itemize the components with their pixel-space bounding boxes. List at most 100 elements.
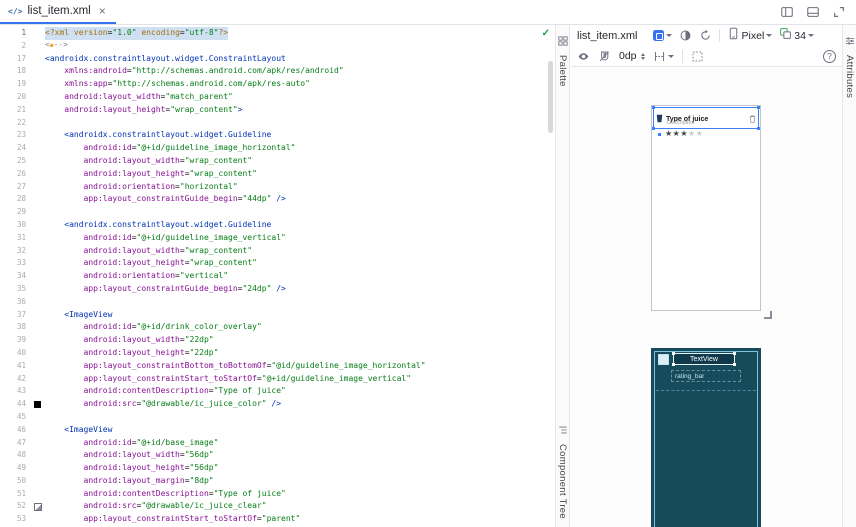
code-line[interactable]: 31 android:id="@+id/guideline_image_vert… xyxy=(0,232,545,245)
code-text[interactable]: app:layout_constraintGuide_begin="24dp" … xyxy=(45,283,286,296)
code-line[interactable]: 32 android:layout_width="wrap_content" xyxy=(0,245,545,258)
help-button[interactable]: ? xyxy=(823,50,836,63)
line-number[interactable]: 47 xyxy=(0,437,30,450)
code-line[interactable]: 52 android:src="@drawable/ic_juice_clear… xyxy=(0,500,545,513)
line-number[interactable]: 31 xyxy=(0,232,30,245)
code-text[interactable]: <ImageView xyxy=(45,309,112,322)
line-number[interactable]: 29 xyxy=(0,206,30,219)
constraint-anchor-dot[interactable] xyxy=(658,133,661,136)
selection-handle[interactable] xyxy=(733,363,736,366)
code-line[interactable]: 23 <androidx.constraintlayout.widget.Gui… xyxy=(0,129,545,142)
code-text[interactable]: android:id="@+id/guideline_image_horizon… xyxy=(45,142,295,155)
line-number[interactable]: 40 xyxy=(0,347,30,360)
code-text[interactable]: android:layout_width="56dp" xyxy=(45,449,214,462)
code-text[interactable]: android:src="@drawable/ic_juice_color" /… xyxy=(45,398,281,411)
code-line[interactable]: 29 xyxy=(0,206,545,219)
code-line[interactable]: 34 android:orientation="vertical" xyxy=(0,270,545,283)
xml-code-editor[interactable]: 1<?xml version="1.0" encoding="utf-8"?>2… xyxy=(0,25,556,527)
code-line[interactable]: 17 <androidx.constraintlayout.widget.Cons… xyxy=(0,53,545,66)
code-text[interactable]: <androidx.constraintlayout.widget.Constr… xyxy=(45,53,286,66)
line-number[interactable]: 49 xyxy=(0,462,30,475)
line-number[interactable]: 39 xyxy=(0,334,30,347)
code-line[interactable]: 47 android:id="@+id/base_image" xyxy=(0,437,545,450)
preview-subtitle[interactable]: Description xyxy=(667,120,695,126)
device-selector[interactable]: Pixel xyxy=(727,27,773,45)
code-text[interactable]: android:layout_height="wrap_content" xyxy=(45,168,257,181)
constraint-defaults-button[interactable] xyxy=(653,50,674,63)
line-number[interactable]: 23 xyxy=(0,129,30,142)
code-line[interactable]: 48 android:layout_width="56dp" xyxy=(0,449,545,462)
line-number[interactable]: 18 xyxy=(0,65,30,78)
line-number[interactable]: 2 xyxy=(0,40,30,53)
code-line[interactable]: 27 android:orientation="horizontal" xyxy=(0,181,545,194)
tab-close-icon[interactable]: × xyxy=(99,4,106,18)
code-text[interactable]: android:layout_margin="8dp" xyxy=(45,475,214,488)
code-line[interactable]: 41 app:layout_constraintBottom_toBottomO… xyxy=(0,360,545,373)
palette-tool-button[interactable]: Palette xyxy=(556,33,569,87)
code-text[interactable]: app:layout_constraintStart_toStartOf="@+… xyxy=(45,373,411,386)
code-line[interactable]: 44 android:src="@drawable/ic_juice_color… xyxy=(0,398,545,411)
code-line[interactable]: 18 xmlns:android="http://schemas.android… xyxy=(0,65,545,78)
blueprint-textview[interactable]: TextView xyxy=(673,353,735,365)
code-text[interactable]: android:layout_width="wrap_content" xyxy=(45,155,252,168)
code-line[interactable]: 25 android:layout_width="wrap_content" xyxy=(0,155,545,168)
code-text[interactable]: <ImageView xyxy=(45,424,112,437)
code-line[interactable]: 43 android:contentDescription="Type of j… xyxy=(0,385,545,398)
code-line[interactable]: 39 android:layout_width="22dp" xyxy=(0,334,545,347)
blueprint-preview[interactable]: TextView rating_bar xyxy=(651,348,761,527)
code-text[interactable]: android:orientation="horizontal" xyxy=(45,181,238,194)
code-text[interactable]: <androidx.constraintlayout.widget.Guidel… xyxy=(45,129,271,142)
code-text[interactable]: android:src="@drawable/ic_juice_clear" xyxy=(45,500,267,513)
line-number[interactable]: 17 xyxy=(0,53,30,66)
code-text[interactable]: android:contentDescription="Type of juic… xyxy=(45,488,286,501)
code-line[interactable]: 19 xmlns:app="http://schemas.android.com… xyxy=(0,78,545,91)
code-text[interactable]: android:id="@+id/drink_color_overlay" xyxy=(45,321,262,334)
selection-handle[interactable] xyxy=(757,127,760,130)
code-line[interactable]: 46 <ImageView xyxy=(0,424,545,437)
guidelines-button[interactable] xyxy=(691,50,704,63)
blueprint-image-placeholder[interactable] xyxy=(658,354,669,365)
code-line[interactable]: 22 xyxy=(0,117,545,130)
code-line[interactable]: 38 android:id="@+id/drink_color_overlay" xyxy=(0,321,545,334)
line-number[interactable]: 32 xyxy=(0,245,30,258)
rating-bar[interactable]: ★★★★★ xyxy=(665,129,703,138)
line-number[interactable]: 45 xyxy=(0,411,30,424)
line-number[interactable]: 38 xyxy=(0,321,30,334)
preview-resize-handle[interactable] xyxy=(764,311,772,319)
line-number[interactable]: 37 xyxy=(0,309,30,322)
autoconnect-magnet-button[interactable] xyxy=(598,50,611,63)
line-number[interactable]: 50 xyxy=(0,475,30,488)
code-text[interactable]: app:layout_constraintGuide_begin="44dp" … xyxy=(45,193,286,206)
code-area[interactable]: 1<?xml version="1.0" encoding="utf-8"?>2… xyxy=(0,27,545,526)
code-text[interactable]: android:layout_height="56dp" xyxy=(45,462,218,475)
line-number[interactable]: 33 xyxy=(0,257,30,270)
code-text[interactable]: xmlns:app="http://schemas.android.com/ap… xyxy=(45,78,310,91)
line-number[interactable]: 25 xyxy=(0,155,30,168)
selection-handle[interactable] xyxy=(733,352,736,355)
code-text[interactable]: android:contentDescription="Type of juic… xyxy=(45,385,286,398)
code-line[interactable]: 28 app:layout_constraintGuide_begin="44d… xyxy=(0,193,545,206)
line-number[interactable]: 46 xyxy=(0,424,30,437)
code-line[interactable]: 51 android:contentDescription="Type of j… xyxy=(0,488,545,501)
layout-stack-icon[interactable] xyxy=(806,5,820,19)
code-line[interactable]: 24 android:id="@+id/guideline_image_hori… xyxy=(0,142,545,155)
line-number[interactable]: 26 xyxy=(0,168,30,181)
line-number[interactable]: 44 xyxy=(0,398,30,411)
theme-button[interactable] xyxy=(679,29,692,42)
code-text[interactable]: app:layout_constraintBottom_toBottomOf="… xyxy=(45,360,426,373)
line-number[interactable]: 22 xyxy=(0,117,30,130)
line-number[interactable]: 19 xyxy=(0,78,30,91)
layout-preview[interactable]: Type of juice Description ★★★★★ xyxy=(651,105,761,311)
line-number[interactable]: 51 xyxy=(0,488,30,501)
code-line[interactable]: 36 xyxy=(0,296,545,309)
tab-list-item-xml[interactable]: </> list_item.xml × xyxy=(0,0,116,24)
line-number[interactable]: 27 xyxy=(0,181,30,194)
code-line[interactable]: 21 android:layout_height="wrap_content"> xyxy=(0,104,545,117)
component-tree-tool-button[interactable]: Component Tree xyxy=(556,422,569,519)
attributes-tool-button[interactable]: Attributes xyxy=(843,33,856,98)
selection-handle[interactable] xyxy=(757,106,760,109)
code-text[interactable]: android:id="@+id/base_image" xyxy=(45,437,218,450)
code-text[interactable]: <androidx.constraintlayout.widget.Guidel… xyxy=(45,219,271,232)
code-line[interactable]: 30 <androidx.constraintlayout.widget.Gui… xyxy=(0,219,545,232)
layout-columns-icon[interactable] xyxy=(780,5,794,19)
